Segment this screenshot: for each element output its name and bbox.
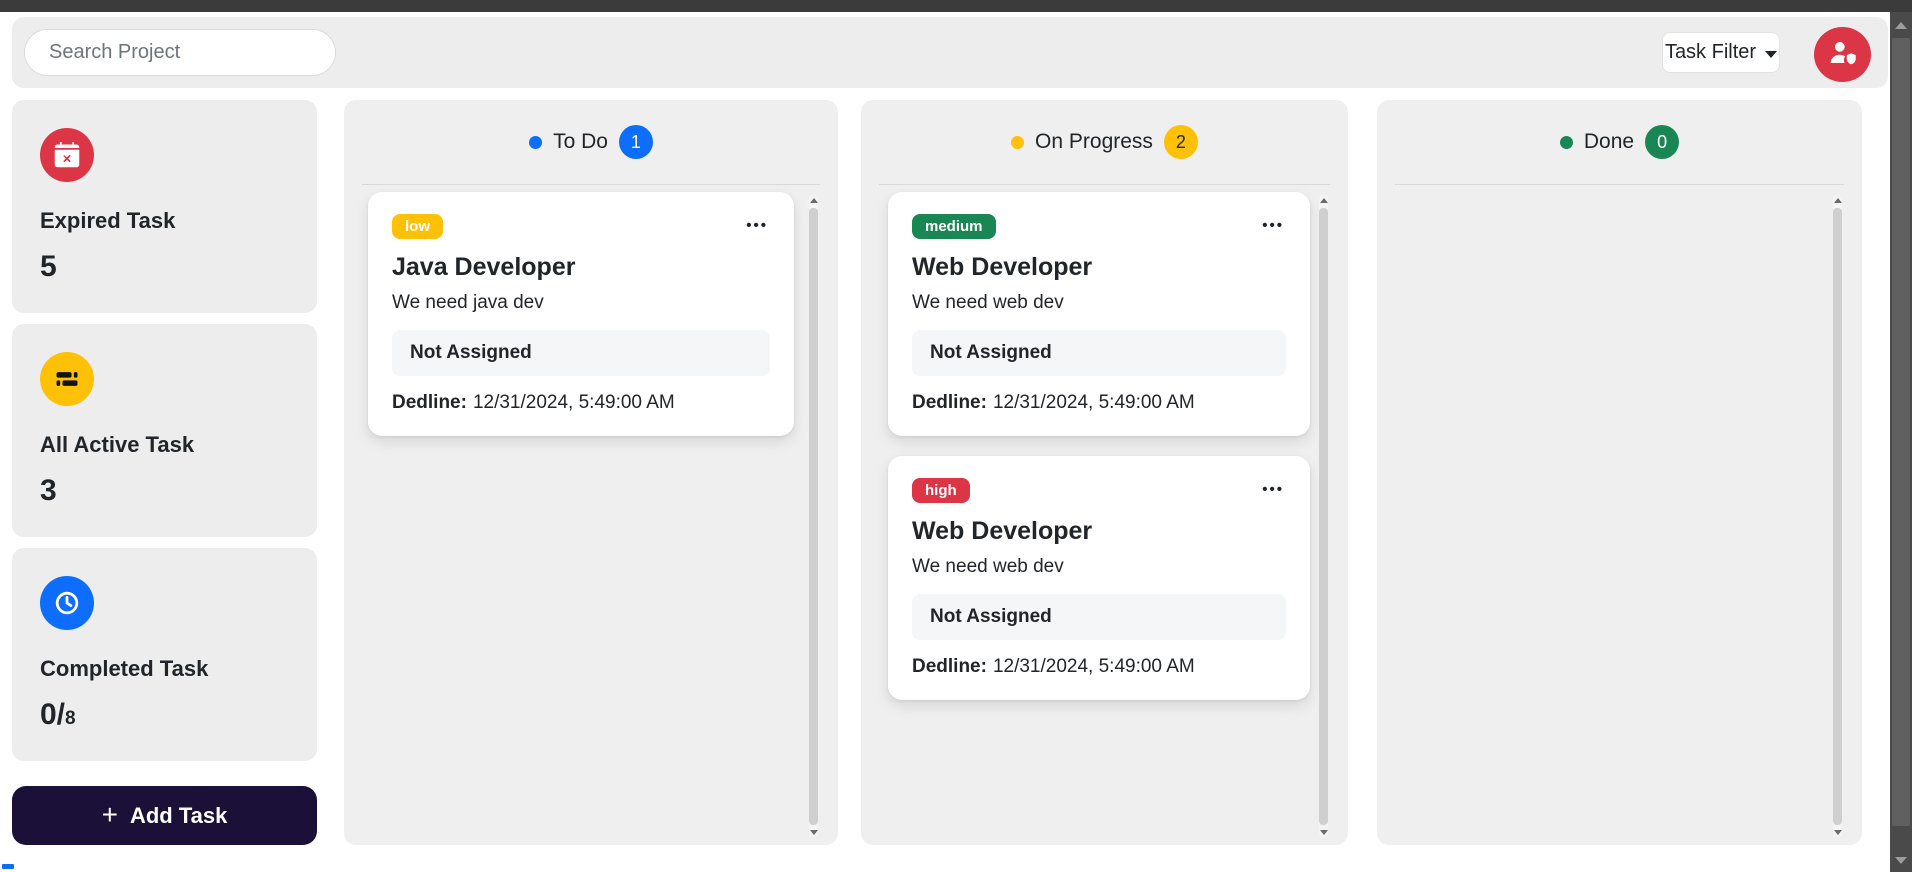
scroll-up-arrow-icon[interactable] <box>1833 198 1842 203</box>
search-input[interactable] <box>49 41 311 64</box>
expired-task-label: Expired Task <box>40 208 176 233</box>
assignee-box: Not Assigned <box>392 330 770 376</box>
scrollbar-thumb[interactable] <box>1319 208 1328 825</box>
card-title: Web Developer <box>912 517 1093 545</box>
all-active-task-value: 3 <box>40 474 57 507</box>
task-card[interactable]: high ••• Web Developer We need web dev N… <box>888 456 1310 700</box>
completed-total: 8 <box>65 708 76 729</box>
completed-task-label: Completed Task <box>40 656 209 681</box>
column-done-header: Done 0 <box>1395 100 1844 185</box>
task-card[interactable]: medium ••• Web Developer We need web dev… <box>888 192 1310 436</box>
column-done-scrollbar[interactable] <box>1833 196 1842 837</box>
completed-task-value: 0/8 <box>40 698 289 732</box>
scroll-up-arrow-icon[interactable] <box>809 198 818 203</box>
card-menu-icon[interactable]: ••• <box>1260 214 1286 237</box>
page-scrollbar-thumb[interactable] <box>1892 38 1910 826</box>
card-deadline: Dedline: 12/31/2024, 5:49:00 AM <box>912 392 1286 414</box>
column-todo-title: To Do <box>553 130 608 153</box>
deadline-label: Dedline: <box>392 392 467 413</box>
expired-task-card: Expired Task 5 <box>12 100 317 313</box>
assignee-box: Not Assigned <box>912 594 1286 640</box>
column-done: Done 0 <box>1377 100 1862 845</box>
column-done-title: Done <box>1583 130 1635 153</box>
deadline-label: Dedline: <box>912 656 987 677</box>
list-task-icon <box>40 352 94 406</box>
column-on-progress-count-badge: 2 <box>1163 125 1198 159</box>
column-on-progress-header: On Progress 2 <box>879 100 1330 185</box>
user-account-button[interactable] <box>1814 27 1871 82</box>
column-todo-scrollbar[interactable] <box>809 196 818 837</box>
scroll-up-arrow-icon[interactable] <box>1895 22 1907 29</box>
column-todo-header: To Do 1 <box>362 100 820 185</box>
task-filter-dropdown[interactable]: Task Filter <box>1662 32 1780 73</box>
priority-badge: low <box>392 214 443 239</box>
page-scrollbar[interactable] <box>1890 0 1912 872</box>
completed-count: 0/ <box>40 698 66 731</box>
deadline-label: Dedline: <box>912 392 987 413</box>
browser-top-strip <box>0 0 1912 12</box>
chevron-down-icon <box>1765 50 1778 58</box>
scroll-down-arrow-icon[interactable] <box>1895 857 1907 864</box>
clock-icon <box>40 576 94 630</box>
todo-dot-icon <box>529 135 543 149</box>
completed-task-card: Completed Task 0/8 <box>12 548 317 761</box>
scroll-up-arrow-icon[interactable] <box>1319 198 1328 203</box>
card-deadline: Dedline: 12/31/2024, 5:49:00 AM <box>392 392 770 414</box>
card-title: Java Developer <box>392 253 576 281</box>
scrollbar-thumb[interactable] <box>1833 208 1842 825</box>
deadline-value: 12/31/2024, 5:49:00 AM <box>992 392 1195 413</box>
done-dot-icon <box>1559 135 1573 149</box>
scroll-down-arrow-icon[interactable] <box>1319 830 1328 835</box>
plus-icon: + <box>101 798 118 830</box>
deadline-value: 12/31/2024, 5:49:00 AM <box>992 656 1195 677</box>
all-active-task-card: All Active Task 3 <box>12 324 317 537</box>
column-todo: To Do 1 low ••• Java Developer We need j… <box>344 100 838 845</box>
column-on-progress: On Progress 2 medium ••• Web Developer W… <box>861 100 1348 845</box>
clipped-text-fragment <box>2 864 14 869</box>
add-task-label: Add Task <box>129 802 228 828</box>
column-on-progress-title: On Progress <box>1035 130 1153 153</box>
assignee-box: Not Assigned <box>912 330 1286 376</box>
add-task-button[interactable]: + Add Task <box>12 786 317 845</box>
card-deadline: Dedline: 12/31/2024, 5:49:00 AM <box>912 656 1286 678</box>
task-card[interactable]: low ••• Java Developer We need java dev … <box>368 192 794 436</box>
card-description: We need web dev <box>912 292 1064 313</box>
search-project-field[interactable] <box>24 29 336 76</box>
scroll-down-arrow-icon[interactable] <box>1833 830 1842 835</box>
column-done-count-badge: 0 <box>1645 125 1680 159</box>
card-description: We need web dev <box>912 556 1064 577</box>
calendar-x-icon <box>40 128 94 182</box>
card-description: We need java dev <box>392 292 544 313</box>
task-filter-label: Task Filter <box>1664 41 1757 63</box>
column-todo-count-badge: 1 <box>618 125 653 159</box>
scrollbar-thumb[interactable] <box>809 208 818 825</box>
card-menu-icon[interactable]: ••• <box>744 214 770 237</box>
priority-badge: high <box>912 478 970 503</box>
scroll-down-arrow-icon[interactable] <box>809 830 818 835</box>
expired-task-value: 5 <box>40 250 57 283</box>
deadline-value: 12/31/2024, 5:49:00 AM <box>472 392 675 413</box>
card-menu-icon[interactable]: ••• <box>1260 478 1286 501</box>
column-on-progress-scrollbar[interactable] <box>1319 196 1328 837</box>
all-active-task-label: All Active Task <box>40 432 195 457</box>
card-title: Web Developer <box>912 253 1093 281</box>
on-progress-dot-icon <box>1011 135 1025 149</box>
top-toolbar: Task Filter <box>12 17 1888 88</box>
person-shield-icon <box>1828 38 1858 71</box>
priority-badge: medium <box>912 214 996 239</box>
